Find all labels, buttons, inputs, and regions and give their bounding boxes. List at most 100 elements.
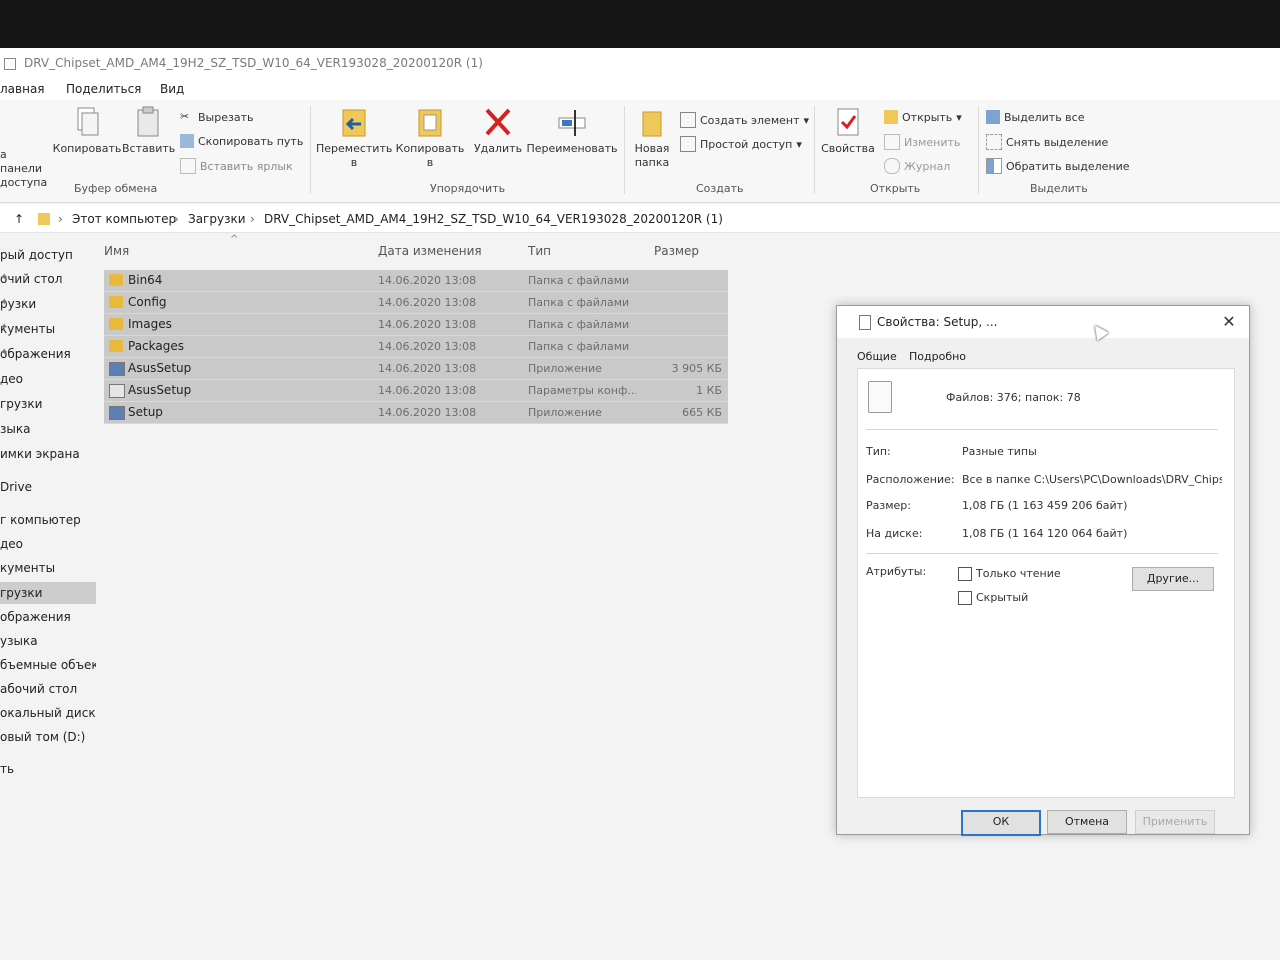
- file-row[interactable]: Bin64 14.06.2020 13:08 Папка с файлами: [104, 270, 728, 292]
- tab-share[interactable]: Поделиться: [66, 82, 141, 96]
- pin-to-quick-access-button[interactable]: а панели доступа: [0, 112, 52, 190]
- cut-button[interactable]: ✂ Вырезать: [180, 110, 253, 124]
- select-all-icon: [986, 110, 1000, 124]
- hidden-checkbox[interactable]: [958, 591, 972, 605]
- rename-button[interactable]: Переименовать: [526, 106, 618, 156]
- breadcrumb-downloads[interactable]: Загрузки: [188, 212, 246, 226]
- select-none-label: Снять выделение: [1006, 135, 1109, 149]
- nav-item[interactable]: имки экрана: [0, 443, 96, 465]
- move-to-label: Переместить в: [316, 142, 393, 169]
- title-bar: DRV_Chipset_AMD_AM4_19H2_SZ_TSD_W10_64_V…: [0, 48, 1280, 79]
- general-tab-panel: Файлов: 376; папок: 78 Тип: Разные типы …: [857, 368, 1235, 798]
- paste-shortcut-button[interactable]: Вставить ярлык: [180, 158, 293, 174]
- select-all-label: Выделить все: [1004, 110, 1085, 124]
- nav-item[interactable]: бъемные объекты: [0, 654, 96, 676]
- properties-dialog: Свойства: Setup, ... ✕ Общие Подробно Фа…: [836, 305, 1250, 836]
- file-type: Папка с файлами: [528, 274, 630, 287]
- file-row[interactable]: Packages 14.06.2020 13:08 Папка с файлами: [104, 336, 728, 358]
- delete-button[interactable]: Удалить: [472, 106, 524, 156]
- nav-item[interactable]: грузки: [0, 582, 96, 604]
- paste-button[interactable]: Вставить: [122, 106, 175, 156]
- nav-item[interactable]: ображения: [0, 606, 96, 628]
- nav-item[interactable]: кументы ✦: [0, 318, 96, 340]
- chevron-down-icon: ▾: [956, 110, 962, 124]
- nav-item[interactable]: зыка: [0, 418, 96, 440]
- invert-selection-button[interactable]: Обратить выделение: [986, 158, 1130, 174]
- breadcrumb-current-folder[interactable]: DRV_Chipset_AMD_AM4_19H2_SZ_TSD_W10_64_V…: [264, 212, 723, 226]
- pin-icon: ✦: [0, 272, 9, 283]
- nav-item[interactable]: узыка: [0, 630, 96, 652]
- nav-item[interactable]: грузки: [0, 393, 96, 415]
- advanced-attributes-button[interactable]: Другие...: [1132, 567, 1214, 591]
- nav-item-label: узыка: [0, 634, 38, 648]
- size-on-disk-value: 1,08 ГБ (1 164 120 064 байт): [962, 527, 1128, 540]
- properties-button[interactable]: Свойства: [818, 106, 878, 156]
- document-icon: [859, 315, 871, 330]
- ok-button[interactable]: ОК: [961, 810, 1041, 836]
- file-name: AsusSetup: [128, 361, 192, 375]
- nav-item[interactable]: очий стол ✦: [0, 268, 96, 290]
- tab-home[interactable]: лавная: [0, 82, 45, 96]
- file-row[interactable]: AsusSetup 14.06.2020 13:08 Параметры конф.…: [104, 380, 728, 402]
- file-date: 14.06.2020 13:08: [378, 362, 477, 375]
- tab-view[interactable]: Вид: [160, 82, 184, 96]
- nav-item[interactable]: ображения ✦: [0, 343, 96, 365]
- nav-item-label: имки экрана: [0, 447, 80, 461]
- nav-item[interactable]: окальный диск (C: [0, 702, 96, 724]
- nav-item[interactable]: рузки ✦: [0, 293, 96, 315]
- ribbon: а панели доступа Копировать Вставить ✂ В…: [0, 100, 1280, 203]
- tab-details[interactable]: Подробно: [909, 350, 966, 363]
- copy-button[interactable]: Копировать: [52, 106, 122, 156]
- folder-icon: [109, 296, 123, 308]
- new-folder-button[interactable]: Новая папка: [628, 106, 676, 170]
- copy-to-button[interactable]: Копировать в: [394, 106, 466, 170]
- file-row[interactable]: Setup 14.06.2020 13:08 Приложение 665 КБ: [104, 402, 728, 424]
- history-button[interactable]: Журнал: [884, 158, 950, 174]
- chevron-down-icon: ▾: [796, 137, 802, 151]
- file-row[interactable]: Images 14.06.2020 13:08 Папка с файлами: [104, 314, 728, 336]
- nav-item[interactable]: део: [0, 533, 96, 555]
- nav-item[interactable]: кументы: [0, 557, 96, 579]
- file-row[interactable]: Config 14.06.2020 13:08 Папка с файлами: [104, 292, 728, 314]
- column-header-size[interactable]: Размер: [654, 244, 699, 258]
- window-menu-icon[interactable]: [4, 58, 16, 70]
- cancel-button[interactable]: Отмена: [1047, 810, 1127, 834]
- select-none-button[interactable]: Снять выделение: [986, 134, 1108, 150]
- easy-access-button[interactable]: Простой доступ ▾: [680, 136, 802, 152]
- apply-button[interactable]: Применить: [1135, 810, 1215, 834]
- select-all-button[interactable]: Выделить все: [986, 110, 1084, 124]
- nav-item[interactable]: г компьютер: [0, 509, 96, 531]
- copy-path-button[interactable]: Скопировать путь: [180, 134, 303, 148]
- dialog-title-bar: Свойства: Setup, ... ✕: [837, 306, 1249, 338]
- nav-item[interactable]: ть: [0, 758, 96, 780]
- close-icon[interactable]: ✕: [1219, 312, 1239, 332]
- divider: [866, 553, 1218, 554]
- open-button[interactable]: Открыть ▾: [884, 110, 962, 124]
- file-row[interactable]: AsusSetup 14.06.2020 13:08 Приложение 3 905…: [104, 358, 728, 380]
- nav-item[interactable]: абочий стол: [0, 678, 96, 700]
- new-item-button[interactable]: Создать элемент ▾: [680, 112, 809, 128]
- ribbon-separator: [978, 106, 979, 194]
- copy-label: Копировать: [52, 142, 122, 155]
- easy-access-icon: [680, 136, 696, 152]
- nav-item[interactable]: овый том (D:): [0, 726, 96, 748]
- dialog-title: Свойства: Setup, ...: [877, 315, 998, 329]
- column-header-type[interactable]: Тип: [528, 244, 551, 258]
- nav-item[interactable]: Drive: [0, 476, 96, 498]
- column-header-date[interactable]: Дата изменения: [378, 244, 482, 258]
- breadcrumb-this-pc[interactable]: Этот компьютер: [72, 212, 176, 226]
- setup-icon: [109, 406, 125, 420]
- move-to-button[interactable]: Переместить в: [316, 106, 392, 170]
- edit-button[interactable]: Изменить: [884, 134, 960, 150]
- column-header-name[interactable]: Имя: [104, 244, 129, 258]
- up-arrow-icon[interactable]: ↑: [14, 212, 24, 226]
- folder-icon: [109, 274, 123, 286]
- readonly-checkbox[interactable]: [958, 567, 972, 581]
- file-date: 14.06.2020 13:08: [378, 340, 477, 353]
- address-bar[interactable]: ↑ › Этот компьютер › Загрузки › DRV_Chip…: [0, 204, 1280, 233]
- tab-general[interactable]: Общие: [857, 350, 897, 363]
- nav-item[interactable]: рый доступ: [0, 244, 96, 266]
- invert-selection-label: Обратить выделение: [1006, 159, 1130, 173]
- file-type: Приложение: [528, 406, 602, 419]
- nav-item[interactable]: део: [0, 368, 96, 390]
